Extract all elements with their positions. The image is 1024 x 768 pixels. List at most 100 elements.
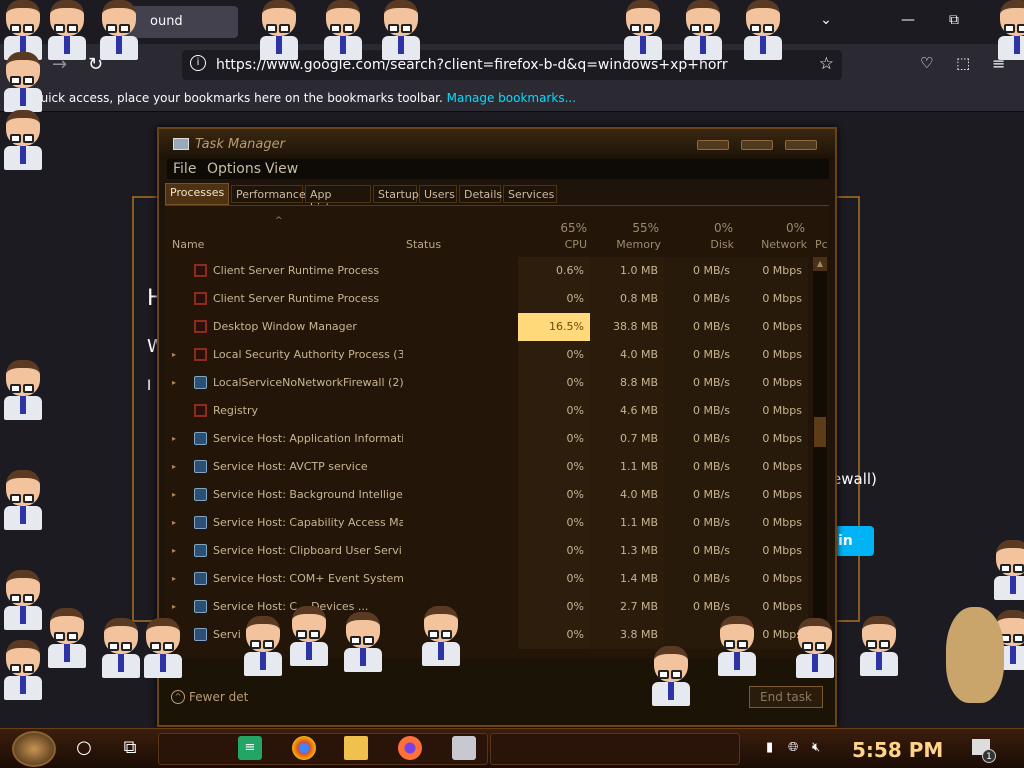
cartoon-character-sticker — [620, 0, 666, 60]
table-row[interactable]: ▸ Service Host: Capability Access Ma... 0%… — [165, 509, 815, 537]
process-memory: 3.8 MB — [590, 621, 664, 649]
menu-file[interactable]: File — [173, 161, 196, 177]
tab-startup[interactable]: Startup — [373, 185, 419, 203]
info-icon[interactable]: i — [190, 55, 206, 71]
table-row[interactable]: ▸ Service Host: Application Information 0%… — [165, 425, 815, 453]
process-cpu: 0.6% — [518, 257, 590, 285]
column-status[interactable]: Status — [406, 238, 441, 251]
column-memory[interactable]: Memory — [611, 238, 661, 251]
expand-chevron-icon[interactable]: ▸ — [172, 434, 176, 443]
column-power[interactable]: Pc — [815, 238, 829, 251]
tab-services[interactable]: Services — [503, 185, 557, 203]
task-manager-titlebar[interactable]: Task Manager — [159, 129, 835, 159]
taskbar-apps-area — [158, 733, 488, 765]
expand-chevron-icon[interactable]: ▸ — [172, 490, 176, 499]
process-name: Service Host: Clipboard User Servi... — [213, 544, 403, 557]
table-row[interactable]: ▸ Service Host: Background Intelligen... 0… — [165, 481, 815, 509]
process-cpu: 0% — [518, 593, 590, 621]
manage-bookmarks-link[interactable]: Manage bookmarks... — [447, 91, 576, 105]
scroll-up-icon[interactable]: ▲ — [813, 257, 827, 271]
expand-chevron-icon[interactable]: ▸ — [172, 462, 176, 471]
tm-close-button[interactable] — [785, 140, 817, 150]
process-disk: 0 MB/s — [664, 285, 736, 313]
table-row[interactable]: ▸ Local Security Authority Process (3) 0% 4… — [165, 341, 815, 369]
scrollbar[interactable]: ▲ — [813, 257, 827, 657]
fewer-details-button[interactable]: Fewer det — [189, 690, 248, 704]
task-manager-title: Task Manager — [195, 137, 285, 152]
process-disk: 0 MB/s — [664, 481, 736, 509]
taskbar: ○ ⧉ ≡ ▮ 🌐︎ 🔇︎ 5:58 PM 1 — [0, 728, 1024, 768]
table-row[interactable]: Desktop Window Manager 16.5% 38.8 MB 0 MB/s… — [165, 313, 815, 341]
taskbar-empty-area — [490, 733, 740, 765]
column-network[interactable]: Network — [745, 238, 807, 251]
clock[interactable]: 5:58 PM — [852, 738, 943, 762]
table-row[interactable]: ▸ LocalServiceNoNetworkFirewall (2) 0% 8.8 … — [165, 369, 815, 397]
tab-app-history[interactable]: App history — [305, 185, 371, 214]
chevron-up-icon[interactable]: ^ — [171, 690, 185, 704]
sheets-icon[interactable]: ≡ — [238, 736, 262, 760]
table-row[interactable]: ▸ Service Host: AVCTP service 0% 1.1 MB 0 MB… — [165, 453, 815, 481]
tab-list-chevron-icon[interactable]: ⌄ — [816, 12, 836, 28]
column-name[interactable]: Name — [172, 238, 204, 251]
process-network: 0 Mbps — [736, 453, 808, 481]
volume-muted-icon[interactable]: 🔇︎ — [812, 740, 820, 755]
start-button[interactable] — [12, 731, 56, 767]
expand-chevron-icon[interactable]: ▸ — [172, 546, 176, 555]
tab-performance[interactable]: Performance — [231, 185, 306, 203]
sort-arrow-icon[interactable]: ^ — [275, 216, 283, 226]
table-row[interactable]: Client Server Runtime Process 0% 0.8 MB 0 M… — [165, 285, 815, 313]
network-globe-icon[interactable]: 🌐︎ — [788, 740, 798, 755]
table-row[interactable]: ▸ Service Host: COM+ Event System 0% 1.4 MB… — [165, 565, 815, 593]
bookmarks-bar: quick access, place your bookmarks here … — [0, 86, 1024, 112]
expand-chevron-icon[interactable]: ▸ — [172, 602, 176, 611]
process-network: 0 Mbps — [736, 341, 808, 369]
expand-chevron-icon[interactable]: ▸ — [172, 518, 176, 527]
chrome-icon[interactable] — [292, 736, 316, 760]
process-name: Service Host: COM+ Event System — [213, 572, 403, 585]
process-network: 0 Mbps — [736, 425, 808, 453]
expand-chevron-icon[interactable]: ▸ — [172, 350, 176, 359]
menu-view[interactable]: View — [265, 161, 298, 177]
firefox-icon[interactable] — [398, 736, 422, 760]
table-row[interactable]: Registry 0% 4.6 MB 0 MB/s 0 Mbps — [165, 397, 815, 425]
task-manager-menubar: File Options View — [167, 159, 829, 179]
task-view-icon[interactable]: ⧉ — [118, 736, 142, 760]
table-row[interactable]: Client Server Runtime Process 0.6% 1.0 MB 0… — [165, 257, 815, 285]
tab-details[interactable]: Details — [459, 185, 502, 203]
extensions-icon[interactable]: ⬚ — [956, 54, 970, 72]
expand-chevron-icon[interactable]: ▸ — [172, 378, 176, 387]
tm-minimize-button[interactable] — [697, 140, 729, 150]
process-name: Registry — [213, 404, 259, 417]
restore-icon[interactable]: ⧉ — [944, 12, 964, 28]
search-icon[interactable]: ○ — [72, 736, 96, 760]
process-memory: 4.6 MB — [590, 397, 664, 425]
bookmark-star-icon[interactable]: ☆ — [819, 54, 834, 74]
cartoon-character-sticker — [256, 0, 302, 60]
process-cpu: 0% — [518, 537, 590, 565]
tab-users[interactable]: Users — [419, 185, 457, 203]
column-network-total[interactable]: 0% — [753, 221, 805, 235]
column-cpu[interactable]: CPU — [545, 238, 587, 251]
app-icon[interactable] — [452, 736, 476, 760]
table-row[interactable]: ▸ Service Host: Clipboard User Servi... 0%… — [165, 537, 815, 565]
column-disk[interactable]: Disk — [685, 238, 734, 251]
column-memory-total[interactable]: 55% — [611, 221, 659, 235]
process-name: Local Security Authority Process (3) — [213, 348, 403, 361]
menu-options[interactable]: Options — [207, 161, 261, 177]
tablet-icon[interactable]: ▮ — [766, 740, 773, 755]
process-memory: 1.4 MB — [590, 565, 664, 593]
process-memory: 1.3 MB — [590, 537, 664, 565]
expand-chevron-icon[interactable]: ▸ — [172, 574, 176, 583]
file-explorer-icon[interactable] — [344, 736, 368, 760]
scroll-thumb[interactable] — [814, 417, 826, 447]
pocket-icon[interactable]: ♡ — [920, 54, 933, 72]
column-cpu-total[interactable]: 65% — [545, 221, 587, 235]
window-frame-icon — [194, 404, 207, 417]
minimize-icon[interactable]: — — [898, 12, 918, 28]
end-task-button[interactable]: End task — [749, 686, 823, 708]
tm-maximize-button[interactable] — [741, 140, 773, 150]
column-disk-total[interactable]: 0% — [685, 221, 733, 235]
cartoon-character-sticker — [140, 618, 186, 678]
process-memory: 1.1 MB — [590, 509, 664, 537]
tab-processes[interactable]: Processes — [165, 183, 229, 205]
